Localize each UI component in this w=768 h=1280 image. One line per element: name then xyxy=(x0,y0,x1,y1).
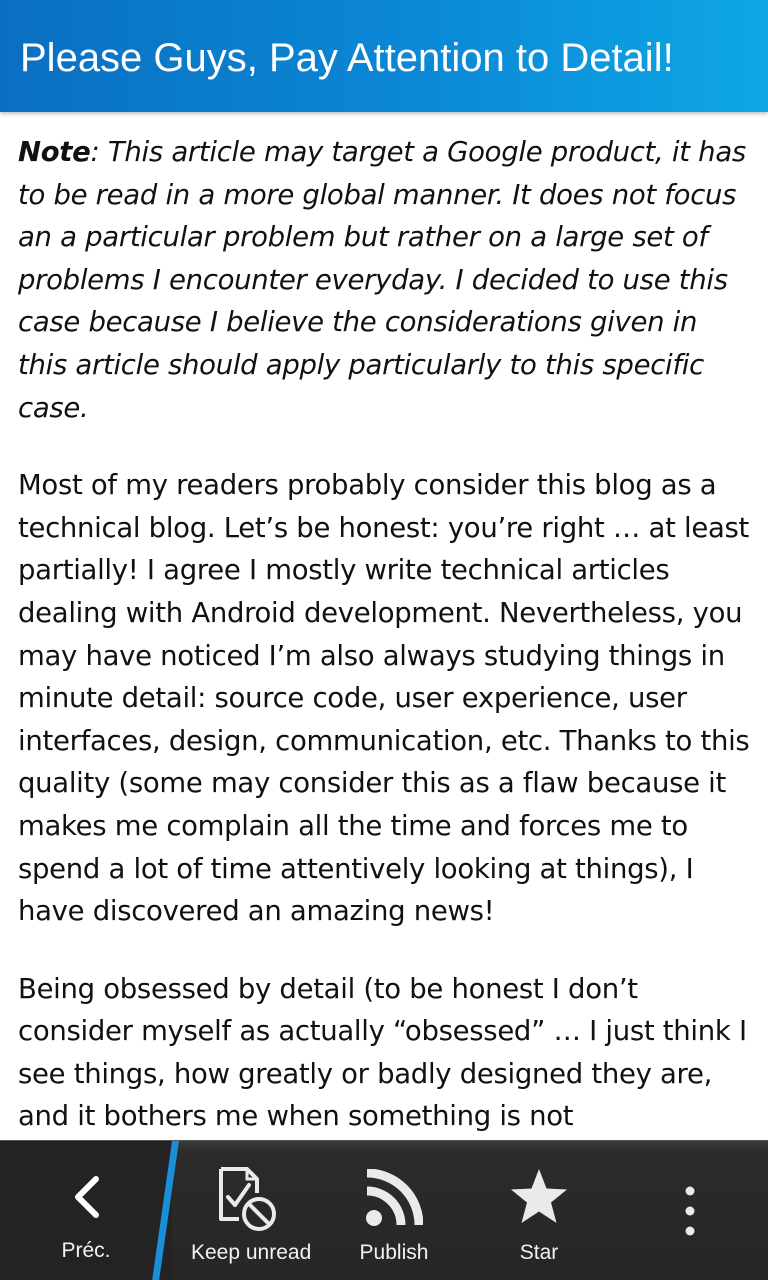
back-button[interactable]: Préc. xyxy=(0,1141,172,1280)
title-bar: Please Guys, Pay Attention to Detail! xyxy=(0,0,768,112)
back-action[interactable]: Préc. xyxy=(0,1141,172,1280)
publish-label: Publish xyxy=(359,1241,429,1264)
article-paragraph: Most of my readers probably consider thi… xyxy=(18,469,750,928)
keep-unread-button[interactable]: Keep unread xyxy=(186,1141,311,1280)
chevron-left-icon xyxy=(75,1176,99,1218)
star-icon xyxy=(511,1169,567,1223)
overflow-menu-button[interactable] xyxy=(660,1141,720,1280)
note-label: Note xyxy=(18,136,91,168)
article-paragraph: Being obsessed by detail (to be honest I… xyxy=(18,972,747,1133)
bottom-action-bar: Préc. Keep unread Publish Star xyxy=(0,1140,768,1280)
document-check-blocked-icon xyxy=(219,1167,276,1231)
star-button[interactable]: Star xyxy=(482,1141,596,1280)
note-text: : This article may target a Google produ… xyxy=(18,136,746,424)
article-reader-screen: Please Guys, Pay Attention to Detail! No… xyxy=(0,0,768,1280)
back-label: Préc. xyxy=(61,1239,111,1262)
keep-unread-label: Keep unread xyxy=(191,1241,312,1264)
star-label: Star xyxy=(519,1241,559,1264)
rss-feed-icon xyxy=(366,1169,423,1226)
overflow-menu-icon xyxy=(685,1186,695,1236)
publish-button[interactable]: Publish xyxy=(334,1141,454,1280)
page-title: Please Guys, Pay Attention to Detail! xyxy=(20,36,674,80)
blue-divider-slash xyxy=(152,1141,179,1280)
note-paragraph: Note: This article may target a Google p… xyxy=(18,131,753,429)
article-body[interactable]: Note: This article may target a Google p… xyxy=(18,131,753,1173)
